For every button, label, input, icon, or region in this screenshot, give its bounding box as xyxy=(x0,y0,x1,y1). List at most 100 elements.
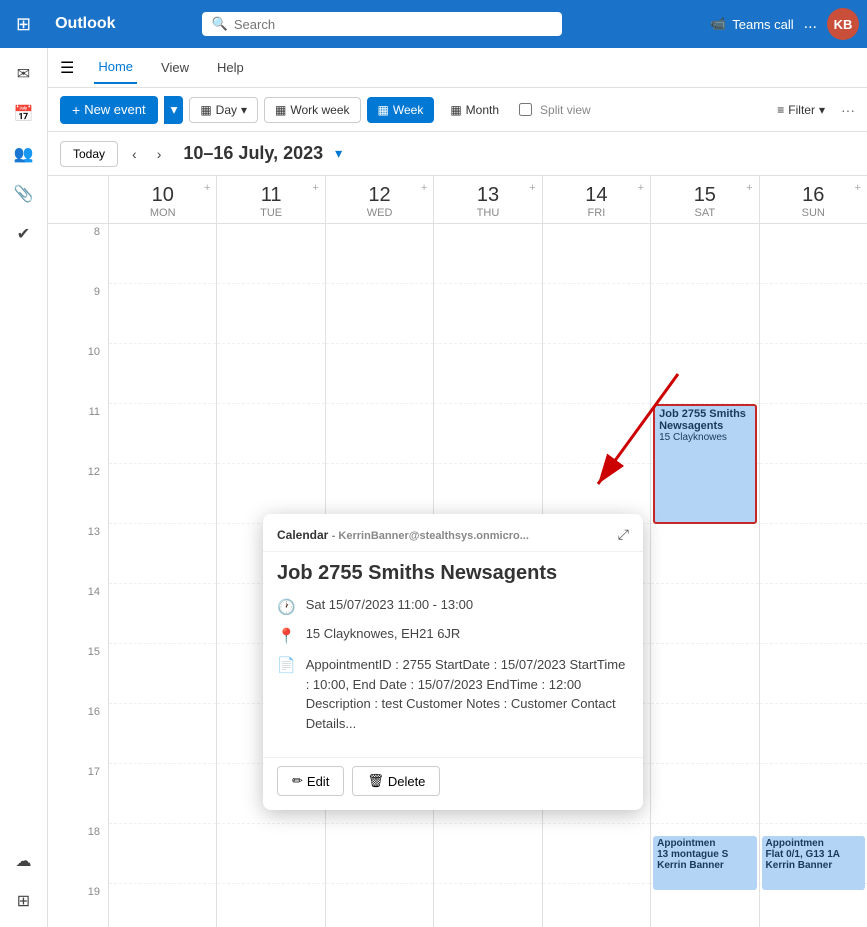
event-sub: 15 Clayknowes xyxy=(659,432,750,443)
today-button[interactable]: Today xyxy=(60,141,118,167)
day-col-sat[interactable]: Job 2755 Smiths Newsagents 15 Clayknowes… xyxy=(650,224,758,927)
new-event-button[interactable]: + New event xyxy=(60,96,158,124)
sun-appt-block[interactable]: Appointmen Flat 0/1, G13 1A Kerrin Banne… xyxy=(762,836,865,890)
split-view-check[interactable] xyxy=(519,103,532,116)
time-label-15: 15 xyxy=(48,644,108,704)
nav-help[interactable]: Help xyxy=(213,52,248,83)
apps-grid-icon[interactable]: ⊞ xyxy=(8,10,39,39)
sat-event-block[interactable]: Job 2755 Smiths Newsagents 15 Clayknowes xyxy=(653,404,756,524)
day-col-mon[interactable] xyxy=(108,224,216,927)
teams-call-button[interactable]: 📹 Teams call xyxy=(710,16,794,32)
time-label-11: 11 xyxy=(48,404,108,464)
edit-button[interactable]: ✏ Edit xyxy=(277,766,344,796)
day-headers: + 10 Mon + 11 Tue + 12 Wed + 13 Thu xyxy=(48,176,867,224)
add-event-mon-icon[interactable]: + xyxy=(204,182,210,194)
calendar-navigation: Today ‹ › 10–16 July, 2023 ▾ xyxy=(48,132,867,176)
popup-datetime-row: 🕐 Sat 15/07/2023 11:00 - 13:00 xyxy=(277,597,629,616)
tasks-icon[interactable]: ✔ xyxy=(6,216,42,252)
popup-location-row: 📍 15 Clayknowes, EH21 6JR xyxy=(277,626,629,645)
time-label-9: 9 xyxy=(48,284,108,344)
mail-icon[interactable]: ✉ xyxy=(6,56,42,92)
prev-week-button[interactable]: ‹ xyxy=(126,142,143,166)
sidebar-icons: ✉ 📅 👥 📎 ✔ ☁ ⊞ xyxy=(0,48,48,927)
next-week-button[interactable]: › xyxy=(151,142,168,166)
add-event-wed-icon[interactable]: + xyxy=(421,182,427,194)
content-area: ☰ Home View Help + New event ▾ ▦ Day ▾ ▦… xyxy=(48,48,867,927)
calendar-icon[interactable]: 📅 xyxy=(6,96,42,132)
toolbar: + New event ▾ ▦ Day ▾ ▦ Work week ▦ Week… xyxy=(48,88,867,132)
sat-appt-block[interactable]: Appointmen 13 montague S Kerrin Banner xyxy=(653,836,756,890)
time-label-10: 10 xyxy=(48,344,108,404)
popup-expand-button[interactable]: ⤢ xyxy=(618,526,629,543)
time-label-13: 13 xyxy=(48,524,108,584)
appt-title: Appointmen xyxy=(657,838,752,849)
popup-footer: ✏ Edit 🗑 Delete xyxy=(263,757,643,810)
new-event-icon: + xyxy=(72,102,80,118)
day-header-fri: + 14 Fri xyxy=(542,176,650,223)
time-label-16: 16 xyxy=(48,704,108,764)
sun-appt-sub1: Flat 0/1, G13 1A xyxy=(766,849,861,860)
titlebar: ⊞ Outlook 🔍 📹 Teams call ... KB xyxy=(0,0,867,48)
more-toolbar-button[interactable]: ··· xyxy=(841,102,855,118)
nav-home[interactable]: Home xyxy=(94,51,137,84)
search-input[interactable] xyxy=(234,17,552,32)
popup-calendar-label: Calendar - KerrinBanner@stealthsys.onmic… xyxy=(277,528,529,542)
add-event-tue-icon[interactable]: + xyxy=(312,182,318,194)
delete-icon: 🗑 xyxy=(367,773,384,789)
avatar[interactable]: KB xyxy=(827,8,859,40)
more-apps-icon[interactable]: ⊞ xyxy=(6,883,42,919)
attachments-icon[interactable]: 📎 xyxy=(6,176,42,212)
onedrive-icon[interactable]: ☁ xyxy=(6,843,42,879)
edit-icon: ✏ xyxy=(292,773,303,789)
day-header-thu: + 13 Thu xyxy=(433,176,541,223)
video-icon: 📹 xyxy=(710,16,726,32)
view-week-button[interactable]: ▦ Week xyxy=(367,97,435,123)
week-view-icon: ▦ xyxy=(378,103,389,117)
time-label-17: 17 xyxy=(48,764,108,824)
popup-header: Calendar - KerrinBanner@stealthsys.onmic… xyxy=(263,514,643,552)
time-label-12: 12 xyxy=(48,464,108,524)
month-view-icon: ▦ xyxy=(450,103,461,117)
appt-sub2: Kerrin Banner xyxy=(657,860,752,871)
new-event-dropdown-button[interactable]: ▾ xyxy=(164,96,184,124)
event-popup: Calendar - KerrinBanner@stealthsys.onmic… xyxy=(263,514,643,810)
filter-button[interactable]: ≡ Filter ▾ xyxy=(767,98,835,122)
search-bar: 🔍 xyxy=(202,12,562,36)
filter-icon: ≡ xyxy=(777,103,784,117)
delete-button[interactable]: 🗑 Delete xyxy=(352,766,440,796)
view-month-button[interactable]: ▦ Month xyxy=(440,98,509,122)
description-icon: 📄 xyxy=(277,656,296,674)
time-column: 8 9 10 11 12 13 14 15 16 17 18 19 xyxy=(48,224,108,927)
add-event-thu-icon[interactable]: + xyxy=(529,182,535,194)
add-event-sat-icon[interactable]: + xyxy=(746,182,752,194)
main-layout: ✉ 📅 👥 📎 ✔ ☁ ⊞ ☰ Home View Help + New eve… xyxy=(0,48,867,927)
more-options-button[interactable]: ... xyxy=(804,15,817,33)
search-icon: 🔍 xyxy=(212,16,228,32)
day-col-sun[interactable]: Appointmen Flat 0/1, G13 1A Kerrin Banne… xyxy=(759,224,867,927)
day-view-icon: ▦ xyxy=(200,103,211,117)
popup-description: AppointmentID : 2755 StartDate : 15/07/2… xyxy=(306,655,629,733)
nav-view[interactable]: View xyxy=(157,52,193,83)
day-header-wed: + 12 Wed xyxy=(325,176,433,223)
time-label-19: 19 xyxy=(48,884,108,927)
split-view-checkbox[interactable]: Split view xyxy=(519,103,591,117)
calendar-title: 10–16 July, 2023 xyxy=(183,143,323,164)
add-event-fri-icon[interactable]: + xyxy=(638,182,644,194)
view-workweek-button[interactable]: ▦ Work week xyxy=(264,97,360,123)
time-gutter-header xyxy=(48,176,108,223)
people-icon[interactable]: 👥 xyxy=(6,136,42,172)
view-day-button[interactable]: ▦ Day ▾ xyxy=(189,97,258,123)
add-event-sun-icon[interactable]: + xyxy=(855,182,861,194)
navbar: ☰ Home View Help xyxy=(48,48,867,88)
appt-sub1: 13 montague S xyxy=(657,849,752,860)
workweek-view-icon: ▦ xyxy=(275,103,286,117)
calendar-title-dropdown[interactable]: ▾ xyxy=(335,145,342,162)
time-label-18: 18 xyxy=(48,824,108,884)
app-logo: Outlook xyxy=(47,15,123,33)
event-title: Job 2755 Smiths Newsagents xyxy=(659,408,750,432)
popup-body: Job 2755 Smiths Newsagents 🕐 Sat 15/07/2… xyxy=(263,552,643,757)
popup-description-row: 📄 AppointmentID : 2755 StartDate : 15/07… xyxy=(277,655,629,733)
time-label-8: 8 xyxy=(48,224,108,284)
calendar-area: + 10 Mon + 11 Tue + 12 Wed + 13 Thu xyxy=(48,176,867,927)
hamburger-icon[interactable]: ☰ xyxy=(60,58,74,78)
